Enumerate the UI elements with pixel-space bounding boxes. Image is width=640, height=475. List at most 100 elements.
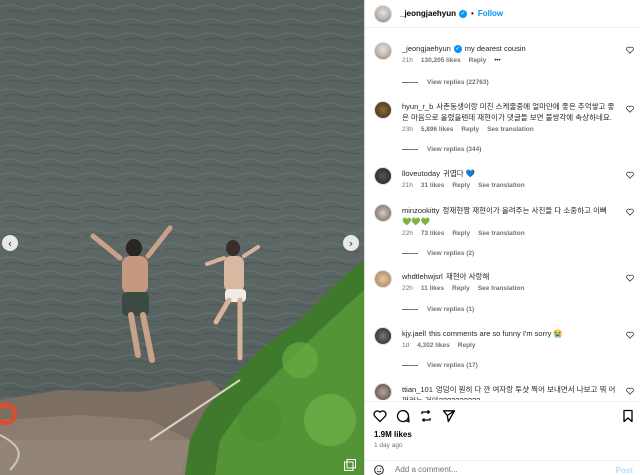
comment-input[interactable] — [395, 465, 575, 474]
heart-icon[interactable] — [626, 171, 634, 179]
heart-icon[interactable] — [626, 105, 634, 113]
reply-button[interactable]: Reply — [452, 182, 470, 189]
heart-icon[interactable] — [626, 46, 634, 54]
photo-scene — [0, 0, 364, 475]
divider — [402, 309, 418, 310]
view-replies-button[interactable]: View replies (2) — [402, 250, 474, 257]
more-options-icon[interactable]: ••• — [494, 58, 500, 64]
avatar[interactable] — [374, 383, 392, 400]
post-sidebar: _jeongjaehyun ✓ • Follow _jeongjaehyun ✓ m… — [364, 0, 640, 475]
avatar[interactable] — [374, 4, 392, 23]
post-date: 1 day ago — [374, 442, 403, 449]
comment-icon[interactable] — [396, 409, 410, 423]
view-replies-label: View replies (17) — [427, 362, 478, 369]
comment-username[interactable]: whdtlehwjsrl — [402, 272, 443, 281]
comment-text: _jeongjaehyun ✓ my dearest cousin — [402, 43, 617, 54]
heart-icon[interactable] — [626, 387, 634, 395]
comment-text: hyun_r_b 사촌동생이랑 미친 스케줄중에 얼마만에 좋은 추억쌓고 좋은 … — [402, 101, 617, 123]
avatar[interactable] — [374, 42, 392, 60]
next-photo-button[interactable]: › — [343, 235, 359, 251]
comment-username[interactable]: lloveutoday — [402, 169, 440, 178]
comment-likes[interactable]: 73 likes — [421, 230, 445, 237]
avatar[interactable] — [374, 101, 392, 119]
post-comment-button[interactable]: Post — [616, 466, 633, 475]
add-comment-bar: Post — [365, 460, 640, 475]
comment-likes[interactable]: 4,302 likes — [417, 342, 450, 349]
comment-likes[interactable]: 5,896 likes — [421, 126, 454, 133]
reply-button[interactable]: Reply — [458, 342, 476, 349]
comment-content: this comments are so funny I'm sorry 😭 — [429, 329, 563, 338]
see-translation-button[interactable]: See translation — [487, 126, 534, 133]
heart-icon[interactable] — [626, 331, 634, 339]
comment-time: 21h — [402, 57, 413, 64]
comment-username[interactable]: hyun_r_b — [402, 102, 433, 111]
comment-content: my dearest cousin — [464, 44, 526, 53]
see-translation-button[interactable]: See translation — [478, 285, 525, 292]
post-header: _jeongjaehyun ✓ • Follow — [365, 0, 640, 28]
divider — [402, 82, 418, 83]
reply-button[interactable]: Reply — [469, 57, 487, 64]
previous-photo-button[interactable]: ‹ — [2, 235, 18, 251]
comment-content: 엉덩이 뭔히 다 깐 여자랑 투샷 찍어 보내면서 나보고 뭐 어쩌라는 거야?… — [402, 385, 616, 400]
reply-button[interactable]: Reply — [452, 285, 470, 292]
comment-body: _jeongjaehyun ✓ my dearest cousin 21h 130,… — [402, 43, 617, 64]
comment-meta: 21h 31 likes Reply See translation — [402, 182, 617, 189]
comment-username[interactable]: kjy.jaell — [402, 329, 426, 338]
emoji-icon[interactable] — [374, 465, 384, 475]
divider — [402, 149, 418, 150]
view-replies-label: View replies (22763) — [427, 79, 489, 86]
comment-content: 사촌동생이랑 미친 스케줄중에 얼마만에 좋은 추억쌓고 좋은 마음으로 올렸을… — [402, 102, 615, 122]
repost-icon[interactable] — [419, 409, 433, 423]
comment-text: minzookitty 정재현짱 재현이가 올려주는 사진들 다 소중하고 이뻐 … — [402, 205, 617, 227]
view-replies-button[interactable]: View replies (22763) — [402, 79, 489, 86]
heart-icon[interactable] — [373, 409, 387, 423]
reply-button[interactable]: Reply — [452, 230, 470, 237]
bookmark-icon[interactable] — [621, 409, 635, 423]
comment-username[interactable]: ttian_101 — [402, 385, 433, 394]
comment-body: hyun_r_b 사촌동생이랑 미친 스케줄중에 얼마만에 좋은 추억쌓고 좋은 … — [402, 101, 617, 133]
post-author-username[interactable]: _jeongjaehyun — [400, 9, 456, 18]
see-translation-button[interactable]: See translation — [478, 182, 525, 189]
avatar[interactable] — [374, 270, 392, 288]
avatar[interactable] — [374, 167, 392, 185]
comment-body: lloveutoday 귀엽다 💙 21h 31 likes Reply See … — [402, 168, 617, 189]
comment-meta: 22h 73 likes Reply See translation — [402, 230, 617, 237]
comment-text: whdtlehwjsrl 재현아 사랑해 — [402, 271, 617, 282]
post-likes-count[interactable]: 1.9M likes — [374, 430, 412, 439]
post-photo: ‹ › — [0, 0, 364, 475]
comment-username[interactable]: minzookitty — [402, 206, 440, 215]
comment-username[interactable]: _jeongjaehyun — [402, 44, 451, 53]
comment-body: whdtlehwjsrl 재현아 사랑해 22h 11 likes Reply S… — [402, 271, 617, 292]
view-replies-label: View replies (1) — [427, 306, 475, 313]
view-replies-button[interactable]: View replies (17) — [402, 362, 478, 369]
view-replies-button[interactable]: View replies (1) — [402, 306, 474, 313]
comment-text: ttian_101 엉덩이 뭔히 다 깐 여자랑 투샷 찍어 보내면서 나보고 뭐… — [402, 384, 617, 400]
comment-meta: 23h 5,896 likes Reply See translation — [402, 126, 617, 133]
separator-dot: • — [471, 9, 474, 18]
comment-text: lloveutoday 귀엽다 💙 — [402, 168, 617, 179]
chevron-left-icon: ‹ — [7, 236, 13, 250]
comment-likes[interactable]: 31 likes — [421, 182, 445, 189]
comment-time: 22h — [402, 285, 413, 292]
divider — [402, 365, 418, 366]
comment-likes[interactable]: 11 likes — [421, 285, 444, 292]
view-replies-label: View replies (344) — [427, 146, 482, 153]
reply-button[interactable]: Reply — [461, 126, 479, 133]
comment-body: kjy.jaell this comments are so funny I'm … — [402, 328, 617, 349]
avatar[interactable] — [374, 327, 392, 345]
see-translation-button[interactable]: See translation — [478, 230, 525, 237]
comment-text: kjy.jaell this comments are so funny I'm … — [402, 328, 617, 339]
comment-meta: 22h 11 likes Reply See translation — [402, 285, 617, 292]
comment-content: 재현아 사랑해 — [445, 272, 490, 281]
share-icon[interactable] — [442, 409, 456, 423]
heart-icon[interactable] — [626, 274, 634, 282]
view-replies-button[interactable]: View replies (344) — [402, 146, 481, 153]
follow-button[interactable]: Follow — [478, 9, 503, 18]
comment-time: 22h — [402, 230, 413, 237]
comment-likes[interactable]: 130,205 likes — [421, 57, 461, 64]
comments-list: _jeongjaehyun ✓ my dearest cousin 21h 130,… — [365, 40, 640, 400]
avatar[interactable] — [374, 204, 392, 222]
divider — [402, 253, 418, 254]
verified-badge-icon: ✓ — [459, 9, 468, 18]
heart-icon[interactable] — [626, 208, 634, 216]
